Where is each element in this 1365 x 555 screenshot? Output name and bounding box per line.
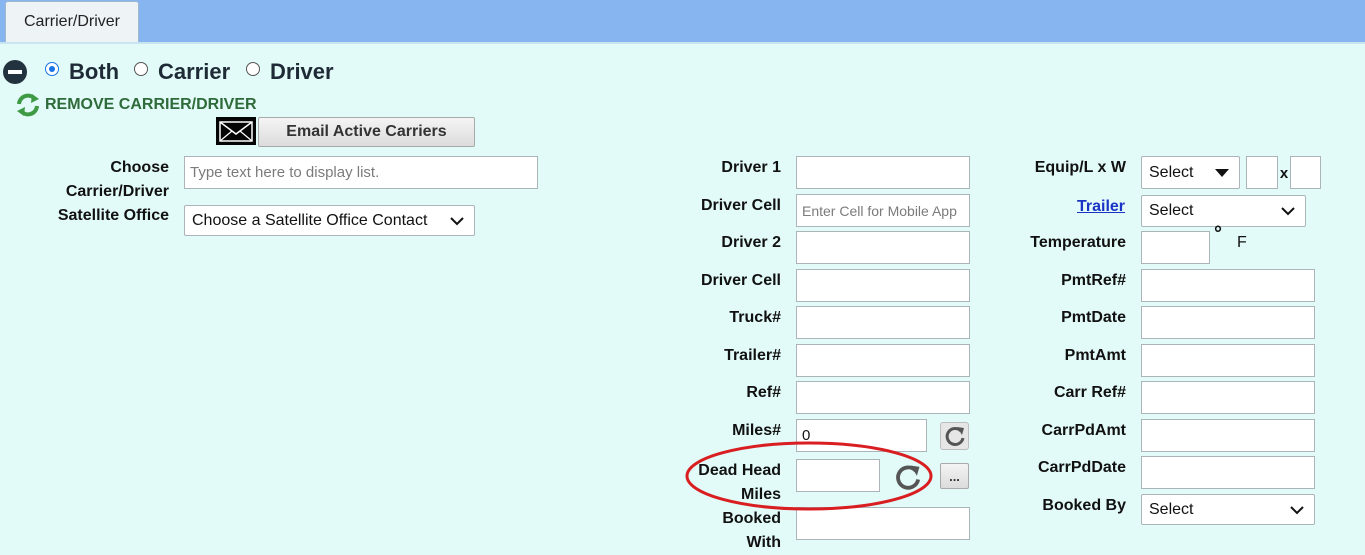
carr-ref-input[interactable] [1141, 381, 1315, 414]
booked-with-label-line2: With [746, 534, 781, 551]
booked-by-value: Select [1149, 500, 1194, 518]
caret-down-icon [1215, 169, 1229, 177]
satellite-office-value: Choose a Satellite Office Contact [192, 211, 428, 229]
pmtref-label: PmtRef# [1061, 272, 1126, 289]
booked-by-label: Booked By [1042, 497, 1126, 514]
chevron-down-icon [1281, 207, 1295, 216]
ref-input[interactable] [796, 381, 970, 414]
tab-carrier-driver[interactable]: Carrier/Driver [5, 1, 139, 42]
temperature-input[interactable] [1141, 231, 1210, 264]
trailer-link[interactable]: Trailer [1077, 198, 1125, 216]
trailer-number-input[interactable] [796, 344, 970, 377]
trailer-select[interactable]: Select [1141, 195, 1306, 227]
email-active-carriers-button[interactable]: Email Active Carriers [258, 117, 475, 147]
booked-by-select[interactable]: Select [1141, 494, 1315, 525]
chevron-down-icon [1290, 505, 1304, 514]
dead-head-more-button[interactable]: ... [940, 463, 969, 489]
satellite-office-select[interactable]: Choose a Satellite Office Contact [184, 205, 475, 236]
equip-length-input[interactable] [1246, 156, 1278, 189]
driver2-input[interactable] [796, 231, 970, 264]
remove-carrier-driver-link[interactable]: REMOVE CARRIER/DRIVER [45, 96, 257, 114]
pmtdate-label: PmtDate [1061, 309, 1126, 326]
refresh-icon [945, 426, 964, 446]
carr-ref-label: Carr Ref# [1053, 384, 1126, 401]
temperature-label: Temperature [1030, 234, 1126, 251]
radio-carrier-label: Carrier [158, 59, 231, 84]
equip-width-input[interactable] [1290, 156, 1321, 189]
radio-driver[interactable] [246, 62, 260, 76]
driver1-cell-label: Driver Cell [700, 197, 781, 214]
equip-label: Equip/L x W [1034, 159, 1126, 176]
pmtamt-input[interactable] [1141, 344, 1315, 377]
pmtref-input[interactable] [1141, 269, 1315, 302]
carrpdamt-input[interactable] [1141, 419, 1315, 452]
driver1-cell-input[interactable] [796, 194, 970, 227]
driver2-label: Driver 2 [721, 234, 781, 251]
tab-bar-divider [0, 42, 1365, 44]
pmtamt-label: PmtAmt [1064, 347, 1126, 364]
radio-carrier[interactable] [134, 62, 148, 76]
equip-value: Select [1149, 163, 1194, 181]
radio-both-label: Both [69, 59, 120, 84]
driver2-cell-label: Driver Cell [700, 272, 781, 289]
tab-bar [0, 0, 1365, 42]
satellite-office-label: Satellite Office [57, 207, 169, 224]
chevron-down-icon [450, 216, 464, 225]
annotation-circle [685, 441, 933, 511]
miles-refresh-button[interactable] [940, 422, 969, 450]
driver1-input[interactable] [796, 156, 970, 189]
carrpddate-input[interactable] [1141, 456, 1315, 489]
choose-label-line1: Choose [110, 159, 169, 176]
recycle-icon[interactable] [15, 93, 41, 117]
fahrenheit-unit: F [1237, 234, 1247, 251]
dimension-x-label: x [1279, 165, 1289, 182]
trailer-number-label: Trailer# [724, 347, 781, 364]
truck-input[interactable] [796, 306, 970, 339]
truck-label: Truck# [729, 309, 781, 326]
driver1-label: Driver 1 [721, 159, 781, 176]
radio-both[interactable] [45, 62, 59, 76]
collapse-minus-icon[interactable] [3, 60, 27, 84]
choose-carrier-driver-input[interactable] [184, 156, 538, 189]
equip-select[interactable]: Select [1141, 156, 1240, 189]
radio-driver-label: Driver [270, 59, 334, 84]
choose-label-line2: Carrier/Driver [65, 183, 169, 200]
carrpdamt-label: CarrPdAmt [1041, 422, 1126, 439]
degree-symbol: ° [1214, 223, 1222, 245]
trailer-select-value: Select [1149, 202, 1194, 219]
driver2-cell-input[interactable] [796, 269, 970, 302]
pmtdate-input[interactable] [1141, 306, 1315, 339]
ref-label: Ref# [746, 384, 781, 401]
carrpddate-label: CarrPdDate [1037, 459, 1126, 476]
envelope-icon[interactable] [216, 117, 256, 145]
choose-carrier-driver-label: Choose Carrier/Driver [40, 156, 169, 204]
